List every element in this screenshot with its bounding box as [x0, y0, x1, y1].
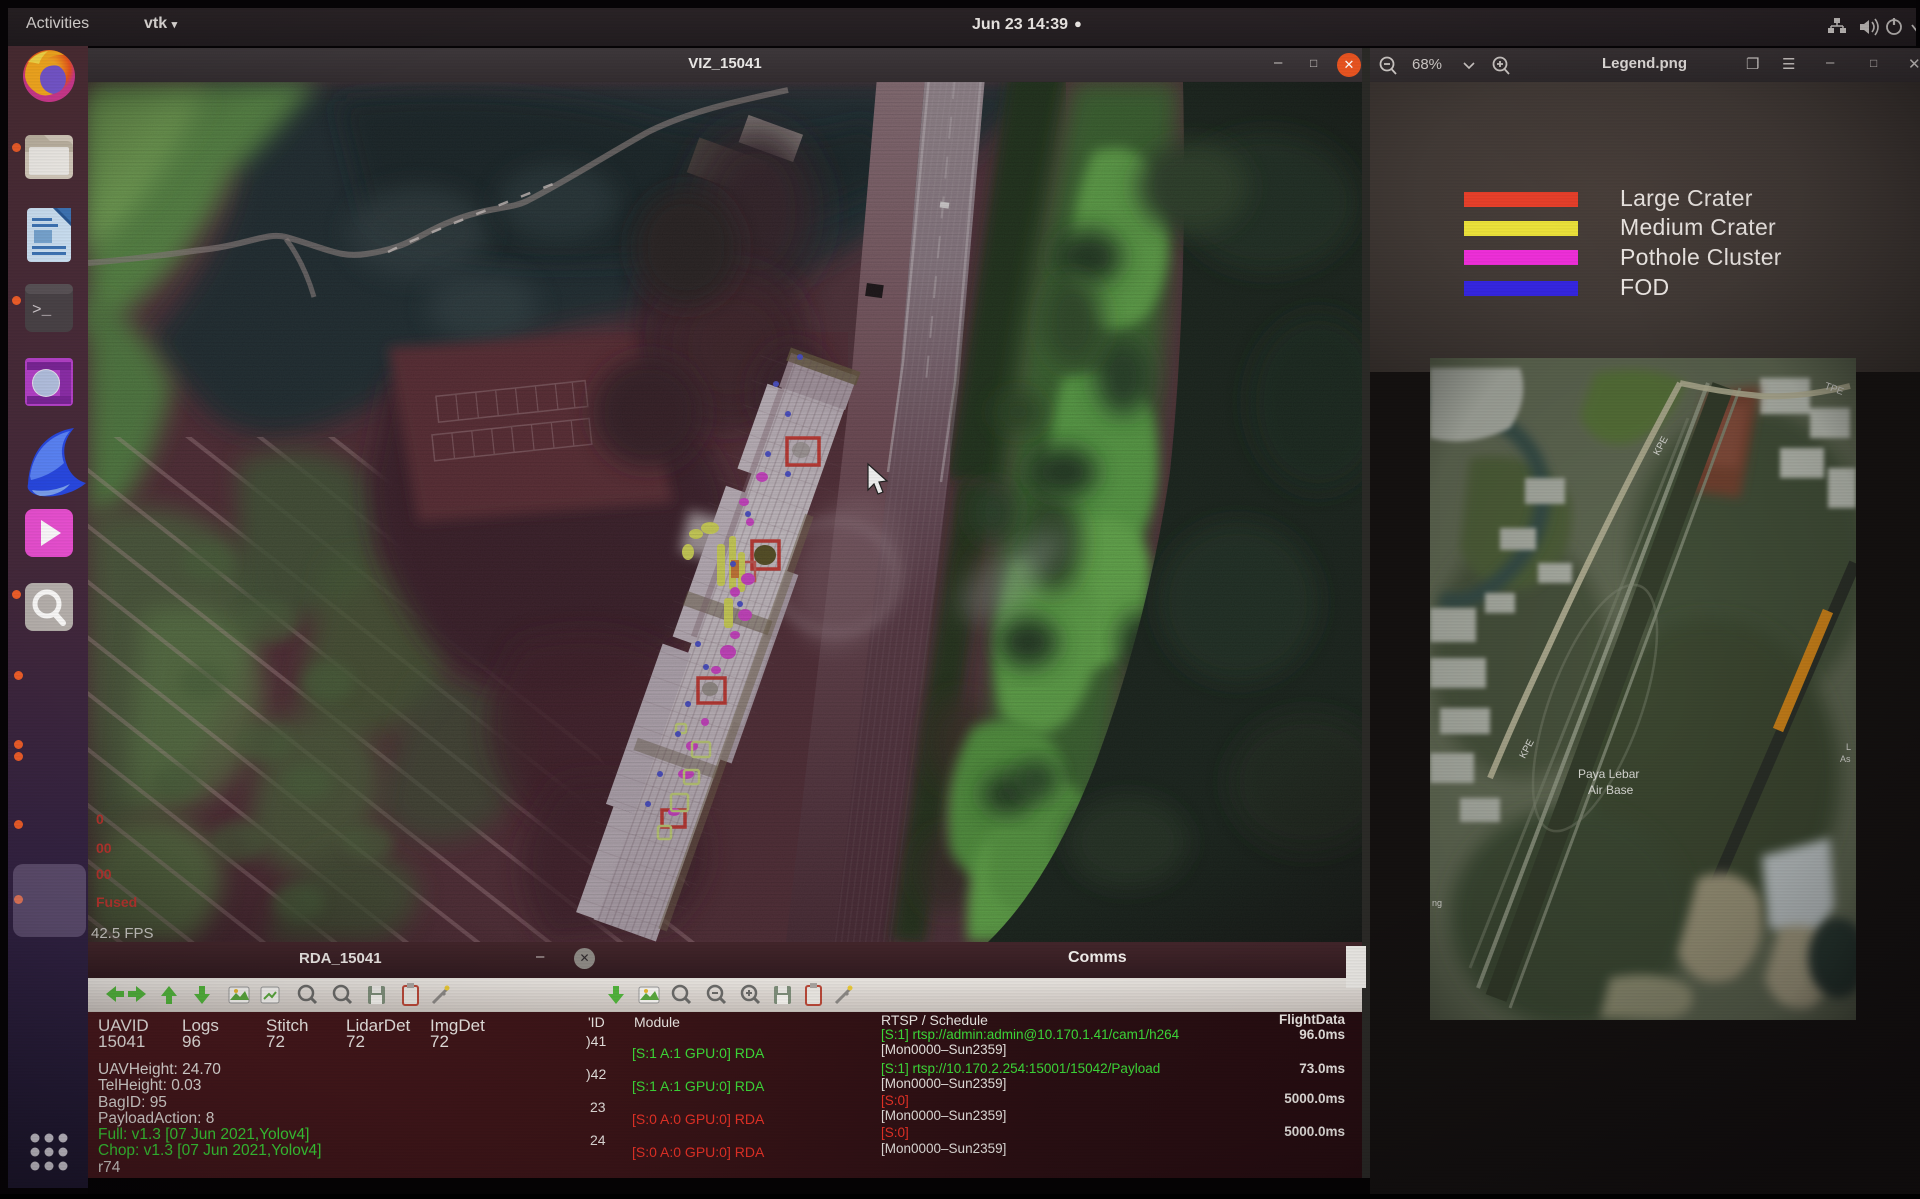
svg-text:>_: >_	[32, 301, 52, 319]
svg-text:Fused: Fused	[96, 894, 137, 910]
svg-text:00: 00	[96, 866, 112, 882]
svg-text:0: 0	[96, 811, 104, 827]
svg-text:42.5 FPS: 42.5 FPS	[91, 925, 154, 942]
svg-text:00: 00	[96, 840, 112, 856]
